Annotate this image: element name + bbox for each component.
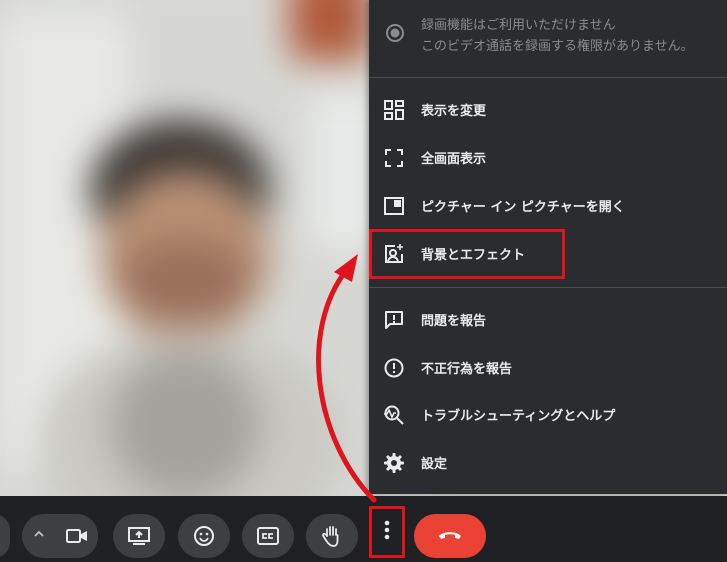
hang-up-phone-icon xyxy=(437,527,463,546)
more-vert-icon xyxy=(384,520,390,544)
raise-hand-button[interactable] xyxy=(306,514,358,558)
captions-button[interactable] xyxy=(242,514,294,558)
recording-unavailable-reason: このビデオ通話を録画する権限がありません。 xyxy=(421,39,694,54)
menu-item-report-problem[interactable]: 問題を報告 xyxy=(369,298,727,342)
menu-item-label: トラブルシューティングとヘルプ xyxy=(421,409,616,424)
fullscreen-icon xyxy=(383,147,405,169)
record-icon xyxy=(385,23,405,47)
report-problem-icon xyxy=(383,309,405,331)
end-call-button[interactable] xyxy=(414,514,486,558)
menu-item-picture-in-picture[interactable]: ピクチャー イン ピクチャーを開く xyxy=(369,184,727,228)
annotation-highlight-more-button xyxy=(369,506,405,558)
more-options-button[interactable] xyxy=(378,514,396,550)
closed-captions-icon xyxy=(257,527,279,545)
menu-item-settings[interactable]: 設定 xyxy=(369,441,727,485)
menu-item-label: ピクチャー イン ピクチャーを開く xyxy=(421,200,625,215)
recording-unavailable-row: 録画機能はご利用いただけません このビデオ通話を録画する権限がありません。 xyxy=(369,10,727,60)
menu-item-label: 全画面表示 xyxy=(421,152,487,167)
menu-item-label: 問題を報告 xyxy=(421,314,487,329)
smiley-emoji-icon xyxy=(193,525,215,547)
present-screen-icon xyxy=(128,527,150,545)
menu-item-report-abuse[interactable]: 不正行為を報告 xyxy=(369,346,727,390)
menu-divider xyxy=(369,287,727,288)
menu-item-label: 不正行為を報告 xyxy=(421,362,513,377)
menu-divider xyxy=(369,77,727,78)
more-options-menu: 録画機能はご利用いただけません このビデオ通話を録画する権限がありません。 表示… xyxy=(369,0,727,494)
raise-hand-icon xyxy=(321,524,343,548)
report-abuse-icon xyxy=(383,357,405,379)
menu-item-label: 設定 xyxy=(421,457,448,472)
annotation-highlight-box xyxy=(369,229,565,279)
video-camera-icon xyxy=(56,514,98,558)
grid-layout-icon xyxy=(383,99,405,121)
menu-item-fullscreen[interactable]: 全画面表示 xyxy=(369,136,727,180)
call-controls-toolbar xyxy=(0,496,727,562)
troubleshoot-icon xyxy=(383,404,405,426)
menu-item-change-layout[interactable]: 表示を変更 xyxy=(369,88,727,132)
menu-item-label: 表示を変更 xyxy=(421,104,487,119)
emoji-reaction-button[interactable] xyxy=(178,514,230,558)
mic-button[interactable] xyxy=(0,514,10,558)
picture-in-picture-icon xyxy=(383,195,405,217)
chevron-up-icon[interactable] xyxy=(32,527,46,541)
camera-button[interactable] xyxy=(22,514,98,558)
menu-item-troubleshooting-help[interactable]: トラブルシューティングとヘルプ xyxy=(369,393,727,437)
present-screen-button[interactable] xyxy=(113,514,165,558)
recording-unavailable-title: 録画機能はご利用いただけません xyxy=(421,18,616,33)
settings-gear-icon xyxy=(383,452,405,474)
